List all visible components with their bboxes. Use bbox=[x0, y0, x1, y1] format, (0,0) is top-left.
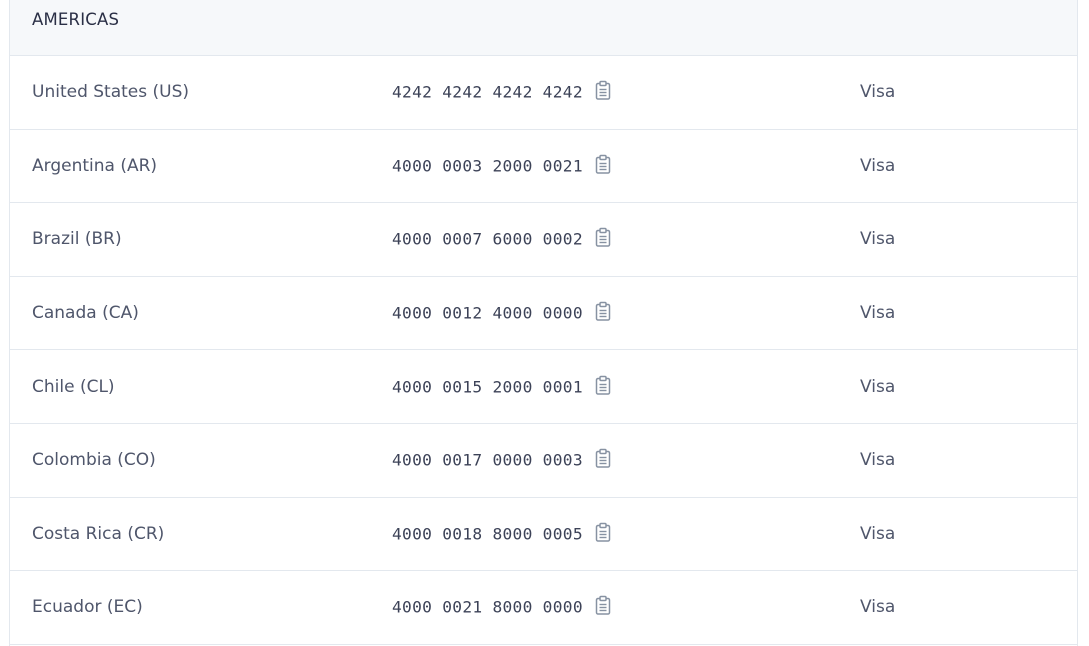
country-cell: United States (US) bbox=[32, 82, 190, 103]
brand-cell: Visa bbox=[860, 376, 896, 397]
brand-cell: Visa bbox=[860, 155, 896, 176]
country-cell: Brazil (BR) bbox=[32, 229, 122, 250]
country-cell: Colombia (CO) bbox=[32, 450, 156, 471]
brand-cell: Visa bbox=[860, 303, 896, 324]
country-cell: Argentina (AR) bbox=[32, 155, 158, 176]
clipboard-icon[interactable] bbox=[595, 154, 611, 174]
card-number-cell: 4000 0015 2000 0001 bbox=[392, 375, 611, 397]
card-number: 4000 0021 8000 0000 bbox=[392, 597, 583, 617]
clipboard-icon[interactable] bbox=[595, 301, 611, 322]
test-cards-table: AMERICAS United States (US) 4242 4242 42… bbox=[9, 0, 1078, 646]
brand-cell: Visa bbox=[860, 450, 896, 471]
card-number-cell: 4000 0021 8000 0000 bbox=[392, 596, 611, 617]
clipboard-icon[interactable] bbox=[595, 596, 611, 616]
card-number: 4000 0003 2000 0021 bbox=[392, 156, 583, 176]
table-row: Ecuador (EC) 4000 0021 8000 0000 Visa bbox=[10, 571, 1077, 645]
table-row: Colombia (CO) 4000 0017 0000 0003 Visa bbox=[10, 424, 1077, 498]
clipboard-icon[interactable] bbox=[595, 81, 611, 101]
card-number-cell: 4000 0012 4000 0000 bbox=[392, 301, 611, 323]
clipboard-icon[interactable] bbox=[595, 449, 611, 469]
card-number-cell: 4242 4242 4242 4242 bbox=[392, 81, 611, 102]
country-cell: Ecuador (EC) bbox=[32, 597, 143, 618]
table-row: Brazil (BR) 4000 0007 6000 0002 Visa bbox=[10, 203, 1077, 277]
country-cell: Canada (CA) bbox=[32, 303, 139, 324]
table-row: United States (US) 4242 4242 4242 4242 V… bbox=[10, 56, 1077, 130]
card-number: 4000 0015 2000 0001 bbox=[392, 377, 583, 397]
card-number: 4000 0012 4000 0000 bbox=[392, 303, 583, 323]
country-cell: Costa Rica (CR) bbox=[32, 523, 165, 544]
card-number: 4242 4242 4242 4242 bbox=[392, 82, 583, 102]
country-cell: Chile (CL) bbox=[32, 376, 115, 397]
brand-cell: Visa bbox=[860, 82, 896, 103]
card-number-cell: 4000 0018 8000 0005 bbox=[392, 522, 611, 544]
table-row: Costa Rica (CR) 4000 0018 8000 0005 Visa bbox=[10, 498, 1077, 572]
table-row: Chile (CL) 4000 0015 2000 0001 Visa bbox=[10, 350, 1077, 424]
card-number: 4000 0007 6000 0002 bbox=[392, 229, 583, 249]
section-title: AMERICAS bbox=[32, 10, 120, 29]
card-number: 4000 0018 8000 0005 bbox=[392, 524, 583, 544]
card-number-cell: 4000 0007 6000 0002 bbox=[392, 228, 611, 249]
table-row: Canada (CA) 4000 0012 4000 0000 Visa bbox=[10, 277, 1077, 351]
table-row: Argentina (AR) 4000 0003 2000 0021 Visa bbox=[10, 130, 1077, 204]
brand-cell: Visa bbox=[860, 523, 896, 544]
clipboard-icon[interactable] bbox=[595, 228, 611, 248]
clipboard-icon[interactable] bbox=[595, 522, 611, 542]
section-header: AMERICAS bbox=[10, 0, 1077, 56]
brand-cell: Visa bbox=[860, 229, 896, 250]
brand-cell: Visa bbox=[860, 597, 896, 618]
card-number-cell: 4000 0003 2000 0021 bbox=[392, 154, 611, 176]
clipboard-icon[interactable] bbox=[595, 375, 611, 395]
card-number-cell: 4000 0017 0000 0003 bbox=[392, 449, 611, 470]
rows: United States (US) 4242 4242 4242 4242 V… bbox=[10, 56, 1077, 645]
card-number: 4000 0017 0000 0003 bbox=[392, 450, 583, 470]
